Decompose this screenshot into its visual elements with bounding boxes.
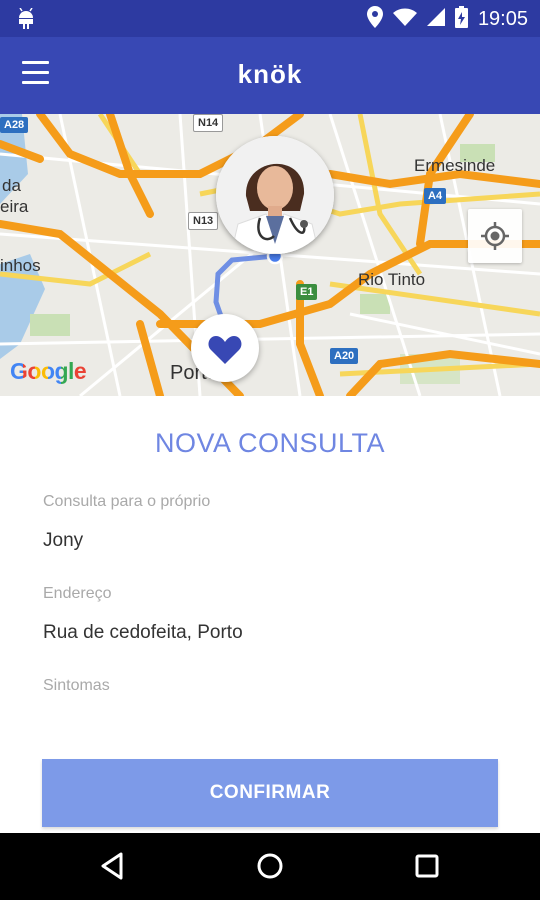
signal-icon — [426, 7, 445, 31]
map-view[interactable]: Ermesinde Rio Tinto Porto da eira inhos … — [0, 114, 540, 396]
road-badge-n14: N14 — [193, 114, 224, 132]
field-label-sintomas: Sintomas — [43, 677, 110, 694]
map-label-eira: eira — [0, 197, 29, 216]
app-title: knök — [237, 59, 303, 89]
form-title: NOVA CONSULTA — [154, 428, 386, 458]
wifi-icon — [392, 8, 417, 31]
my-location-icon[interactable] — [468, 209, 522, 263]
battery-icon — [454, 5, 468, 33]
back-icon[interactable] — [93, 848, 133, 884]
road-badge-a28: A28 — [0, 117, 29, 133]
status-time: 19:05 — [477, 7, 528, 30]
system-nav-bar — [0, 833, 540, 900]
road-badge-e1: E1 — [296, 284, 318, 300]
doctor-avatar[interactable] — [216, 136, 334, 254]
map-label-da: da — [2, 176, 21, 195]
android-icon — [16, 7, 36, 35]
google-attribution: Google — [10, 358, 87, 384]
heart-icon[interactable] — [191, 314, 259, 382]
endereco-field[interactable] — [43, 622, 493, 644]
road-badge-n13: N13 — [188, 212, 219, 230]
field-label-endereco: Endereço — [43, 585, 112, 602]
map-label-rio-tinto: Rio Tinto — [358, 270, 426, 289]
field-label-consulta: Consulta para o próprio — [43, 493, 211, 510]
sintomas-field[interactable] — [43, 710, 493, 732]
status-bar: 19:05 — [0, 0, 540, 37]
recents-icon[interactable] — [407, 848, 447, 884]
map-label-inhos: inhos — [0, 256, 41, 275]
app-screen: 19:05 knök Ermesinde Rio Tinto Porto da … — [0, 0, 540, 900]
consulta-para-field[interactable] — [43, 530, 493, 552]
home-icon[interactable] — [250, 848, 290, 884]
road-badge-a4: A4 — [424, 188, 447, 204]
road-badge-a20: A20 — [330, 348, 359, 364]
app-bar: knök — [0, 37, 540, 114]
confirm-button[interactable]: CONFIRMAR — [42, 759, 498, 827]
map-label-ermesinde: Ermesinde — [414, 156, 496, 175]
location-icon — [366, 5, 383, 33]
